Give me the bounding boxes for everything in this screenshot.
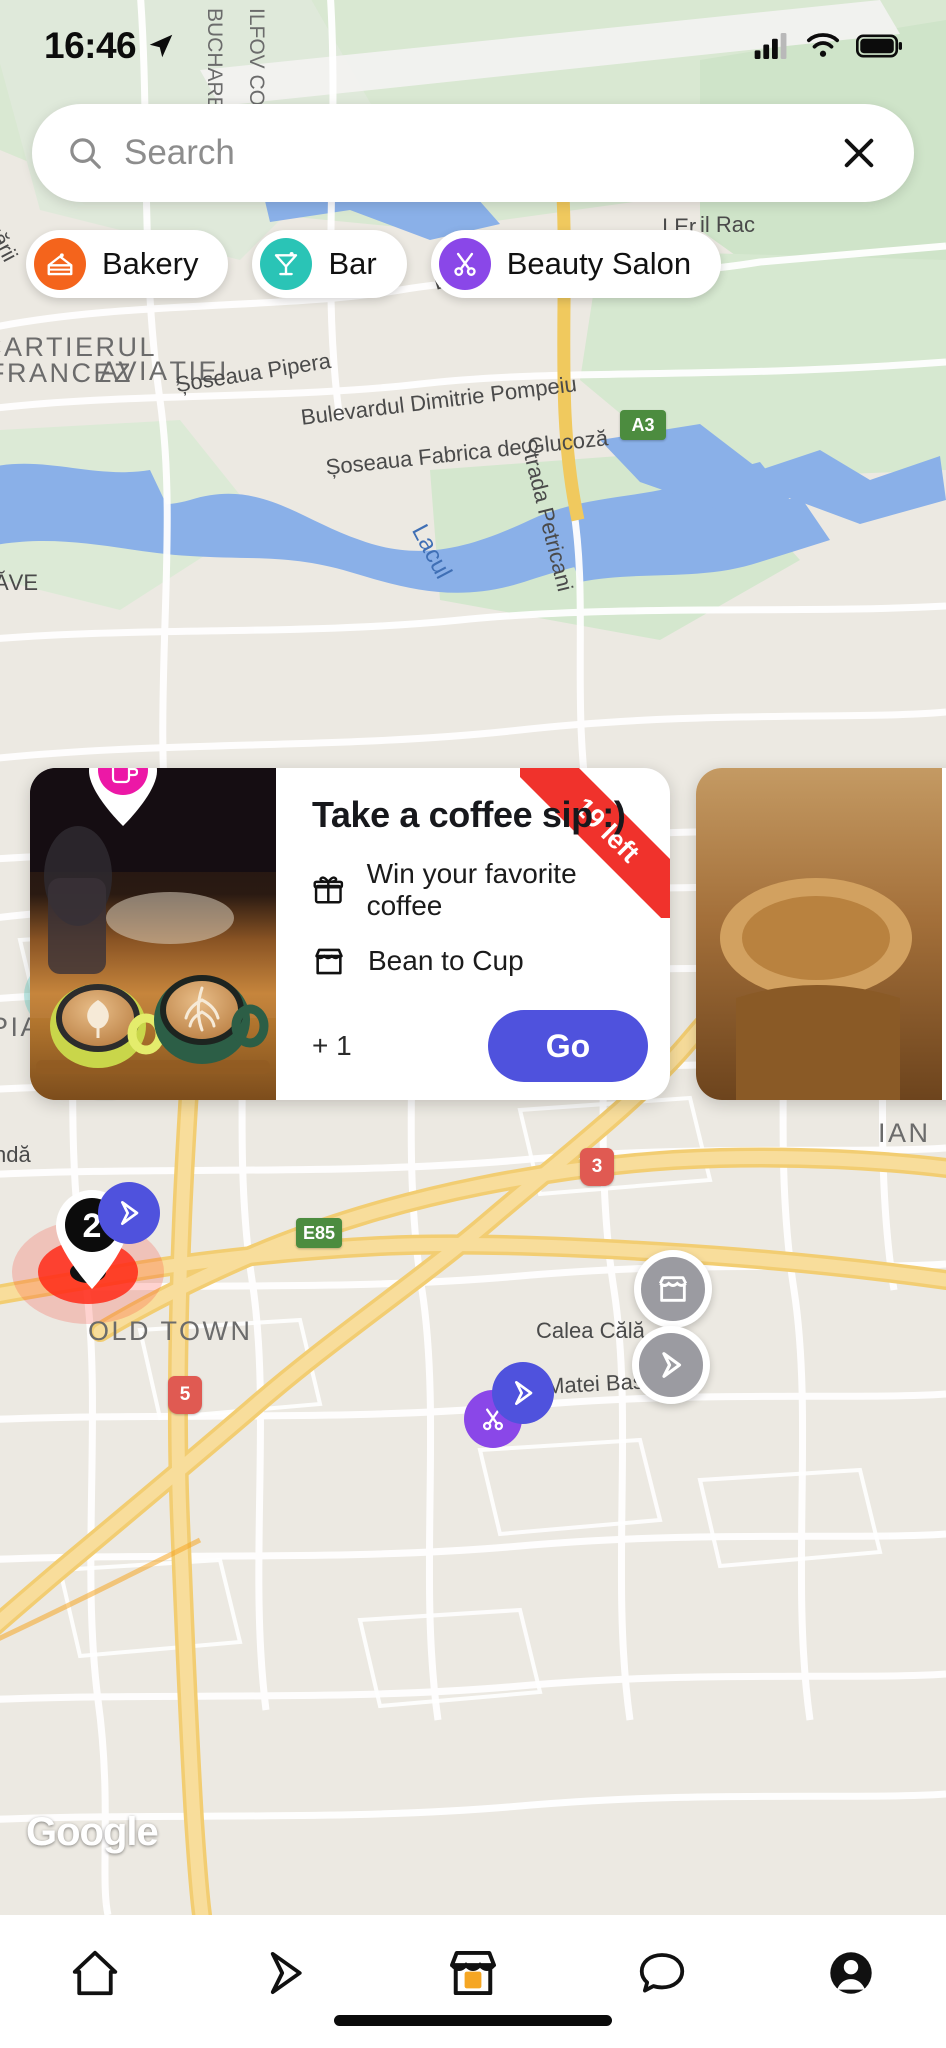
- offer-card-extra-count: + 1: [312, 1030, 352, 1061]
- chat-bubble-icon: [639, 1953, 685, 1993]
- location-arrow-icon: [149, 34, 173, 58]
- status-bar-left: 16:46: [44, 25, 176, 67]
- nav-profile[interactable]: [796, 1937, 906, 2009]
- offer-card-next-body: [942, 768, 946, 1100]
- map-marker-send-bottom[interactable]: [492, 1362, 554, 1424]
- nav-store[interactable]: [418, 1937, 528, 2009]
- cellular-signal-icon: [754, 33, 787, 59]
- road-shield-e85-south: E85: [296, 1218, 342, 1248]
- bar-chip-icon-wrap: [260, 238, 313, 290]
- store-icon: [449, 1950, 496, 1996]
- status-clock: 16:46: [44, 25, 137, 66]
- offer-card-badge: [86, 768, 160, 828]
- nav-send[interactable]: [229, 1937, 339, 2009]
- nav-home[interactable]: [40, 1937, 150, 2009]
- wifi-icon: [806, 33, 840, 57]
- search-icon: [70, 138, 101, 169]
- offer-card-feature-gift-text: Win your favorite coffee: [366, 858, 577, 921]
- chip-bakery[interactable]: Bakery: [26, 230, 229, 298]
- map-fab-store[interactable]: [634, 1250, 712, 1328]
- offer-card-feature-store-text: Bean to Cup: [368, 945, 524, 976]
- offer-card-go-button[interactable]: Go: [488, 1010, 648, 1082]
- send-arrow-icon: [515, 1381, 533, 1405]
- send-arrow-icon: [662, 1352, 682, 1378]
- offer-card-footer: + 1 Go: [312, 1010, 648, 1082]
- search-input[interactable]: [124, 133, 838, 173]
- send-arrow-icon: [121, 1201, 139, 1225]
- chip-beauty-salon-label: Beauty Salon: [506, 246, 692, 281]
- bottom-nav-bar[interactable]: [0, 1915, 946, 2048]
- category-chips-row[interactable]: Bakery Bar Beauty Salon: [26, 228, 946, 300]
- map-marker-send-cluster[interactable]: [98, 1182, 160, 1244]
- home-icon: [72, 1950, 117, 1996]
- offer-card-next-photo: [696, 768, 942, 1100]
- offer-card-feature-store: Bean to Cup: [312, 944, 648, 978]
- battery-full-icon: [856, 34, 902, 58]
- status-bar: 16:46: [0, 0, 946, 92]
- scissors-icon: [454, 252, 476, 276]
- offer-card-title: Take a coffee sip :): [312, 794, 626, 835]
- offer-cards-rail[interactable]: 19 left Take a coffee sip:) Win your fa…: [0, 768, 946, 1120]
- google-attribution: Google: [26, 1810, 159, 1854]
- chip-bar[interactable]: Bar: [252, 230, 407, 298]
- offer-card-feature-gift: Win your favorite coffee: [312, 858, 648, 922]
- close-x-icon[interactable]: [838, 132, 880, 174]
- map-fab-send[interactable]: [632, 1326, 710, 1404]
- offer-card-next[interactable]: [696, 768, 946, 1100]
- offer-card[interactable]: 19 left Take a coffee sip:) Win your fa…: [30, 768, 670, 1100]
- road-shield-5: 5: [168, 1376, 202, 1414]
- road-shield-a3: A3: [620, 410, 666, 440]
- status-bar-right: [754, 33, 902, 59]
- chip-bakery-label: Bakery: [102, 246, 199, 281]
- store-icon: [315, 948, 343, 975]
- bakery-chip-icon-wrap: [34, 238, 86, 290]
- home-indicator: [334, 2015, 612, 2026]
- chip-beauty-salon[interactable]: Beauty Salon: [430, 230, 722, 298]
- cocktail-glass-icon: [275, 252, 298, 276]
- cake-slice-icon: [47, 253, 73, 276]
- chip-bar-label: Bar: [328, 246, 377, 281]
- nav-chat[interactable]: [607, 1937, 717, 2009]
- beauty-chip-icon-wrap: [438, 238, 491, 290]
- send-arrow-icon: [270, 1951, 302, 1995]
- offer-card-body: Take a coffee sip :) Win your favorite c…: [276, 768, 670, 1100]
- search-bar[interactable]: [32, 104, 914, 202]
- gift-icon: [313, 876, 344, 904]
- store-icon: [658, 1276, 688, 1302]
- road-shield-3: 3: [580, 1148, 614, 1186]
- person-icon: [830, 1952, 873, 1994]
